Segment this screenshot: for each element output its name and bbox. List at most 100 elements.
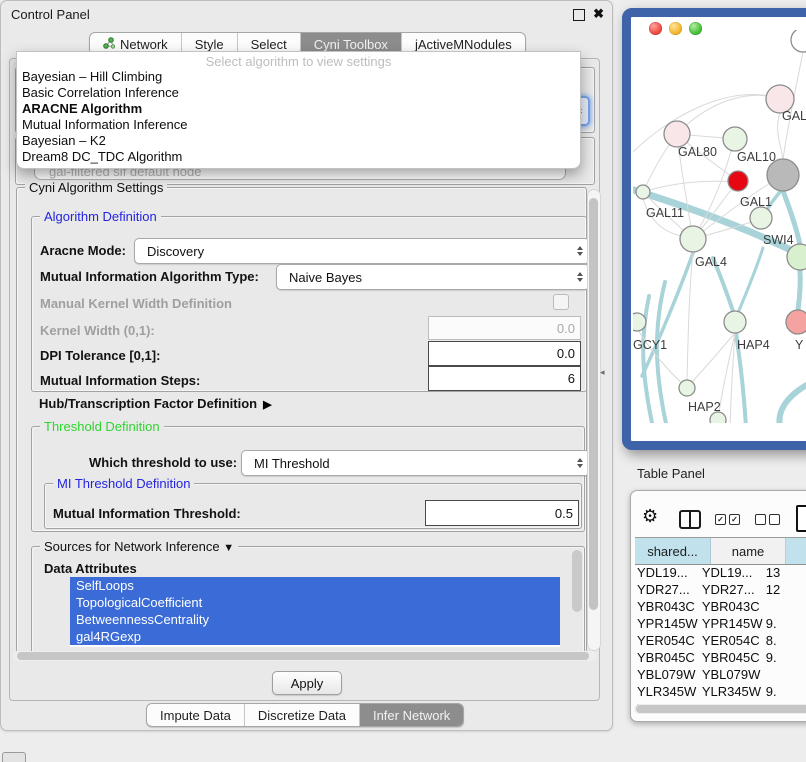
deselect-all-columns-icon[interactable] (755, 514, 780, 525)
settings-vertical-scrollbar[interactable] (587, 189, 601, 651)
aracne-mode-value: Discovery (147, 244, 204, 259)
network-canvas[interactable]: GALGAL80GAL10GAL11GAL1SWI4GAL4GCY1HAP4YH… (633, 30, 806, 423)
table-cell[interactable]: 9. (764, 615, 806, 632)
column-header-shared[interactable]: shared... (635, 538, 711, 564)
column-header-name[interactable]: name (711, 538, 786, 564)
attribute-item[interactable]: BetweennessCentrality (70, 611, 560, 628)
which-threshold-combo[interactable]: MI Threshold (241, 450, 590, 476)
manual-kernel-width-checkbox[interactable] (553, 294, 569, 310)
table-cell[interactable]: YBL079W (700, 666, 764, 683)
table-row[interactable]: YLR345WYLR345W9. (635, 683, 806, 700)
table-cell[interactable]: 9. (764, 649, 806, 666)
settings-vertical-scrollbar-thumb[interactable] (589, 198, 598, 610)
network-node[interactable] (767, 159, 799, 191)
mi-algorithm-type-combo[interactable]: Naive Bayes (276, 264, 590, 290)
float-window-button[interactable] (573, 9, 585, 21)
network-edge[interactable] (693, 333, 735, 381)
algorithm-definition-title: Algorithm Definition (40, 209, 161, 224)
close-panel-button[interactable]: ✖ (593, 7, 604, 21)
new-table-icon[interactable] (796, 505, 806, 532)
table-row[interactable]: YBL079WYBL079W (635, 666, 806, 683)
table-cell[interactable]: YBR045C (635, 649, 700, 666)
bottom-tab-impute-data[interactable]: Impute Data (147, 704, 244, 726)
network-node-gal11[interactable] (636, 185, 650, 199)
network-edge[interactable] (643, 181, 737, 192)
table-cell[interactable]: YDL19... (635, 564, 700, 581)
table-cell[interactable]: 9. (764, 683, 806, 700)
network-node-gal80[interactable] (664, 121, 690, 147)
column-layout-icon[interactable] (679, 510, 701, 529)
gear-icon[interactable]: ⚙ (642, 506, 658, 526)
table-row[interactable]: YDR27...YDR27...12 (635, 581, 806, 598)
table-cell[interactable]: YBR043C (635, 598, 700, 615)
table-cell[interactable]: YPR145W (700, 615, 764, 632)
table-row[interactable]: YPR145WYPR145W9. (635, 615, 806, 632)
network-edge[interactable] (642, 253, 693, 376)
attribute-item[interactable]: gal4RGexp (70, 628, 560, 645)
table-cell[interactable]: 13 (764, 564, 806, 581)
settings-horizontal-scrollbar-thumb[interactable] (17, 652, 589, 660)
network-edge[interactable] (779, 382, 806, 423)
algorithm-option[interactable]: Bayesian – Hill Climbing (22, 69, 162, 85)
kernel-width-field[interactable]: 0.0 (428, 316, 581, 340)
mi-threshold-field[interactable]: 0.5 (425, 500, 579, 526)
docked-panel-button[interactable] (2, 752, 26, 762)
settings-horizontal-scrollbar[interactable] (13, 651, 597, 661)
hub-definition-toggle[interactable]: Hub/Transcription Factor Definition▶ (39, 396, 272, 411)
algorithm-option[interactable]: Mutual Information Inference (22, 117, 187, 133)
algorithm-option[interactable]: ARACNE Algorithm (22, 101, 142, 117)
table-cell[interactable]: YDL19... (700, 564, 764, 581)
table-row[interactable]: YBR043CYBR043C (635, 598, 806, 615)
table-cell[interactable]: YBR043C (700, 598, 764, 615)
network-node[interactable] (750, 207, 772, 229)
table-cell[interactable]: YLR345W (635, 683, 700, 700)
network-node[interactable] (791, 30, 806, 52)
algorithm-option[interactable]: Dream8 DC_TDC Algorithm (22, 149, 182, 165)
table-cell[interactable]: YDR27... (700, 581, 764, 598)
table-horizontal-scrollbar[interactable] (634, 704, 806, 714)
table-cell[interactable] (764, 666, 806, 683)
attribute-item[interactable]: SelfLoops (70, 577, 560, 594)
split-pane-collapse-arrow[interactable]: ◂ (600, 367, 605, 378)
dpi-tolerance-field[interactable]: 0.0 (428, 341, 581, 366)
attribute-item[interactable]: TopologicalCoefficient (70, 594, 560, 611)
network-node[interactable] (710, 412, 726, 423)
algorithm-option[interactable]: Bayesian – K2 (22, 133, 106, 149)
table-cell[interactable]: YBR045C (700, 649, 764, 666)
aracne-mode-combo[interactable]: Discovery (134, 238, 590, 264)
network-node-hap2[interactable] (679, 380, 695, 396)
sources-group-title[interactable]: Sources for Network Inference ▼ (40, 539, 238, 554)
table-cell[interactable]: YLR345W (700, 683, 764, 700)
network-node-gal1[interactable] (728, 171, 748, 191)
mi-steps-field[interactable]: 6 (428, 366, 581, 391)
column-header-A[interactable]: A (786, 538, 806, 564)
network-node[interactable] (787, 244, 806, 270)
network-node-gal10[interactable] (723, 127, 747, 151)
table-cell[interactable]: YPR145W (635, 615, 700, 632)
network-edge[interactable] (798, 271, 800, 310)
table-cell[interactable]: 12 (764, 581, 806, 598)
table-row[interactable]: YDL19...YDL19...13 (635, 564, 806, 581)
table-cell[interactable] (764, 598, 806, 615)
table-cell[interactable]: YER054C (700, 632, 764, 649)
table-horizontal-scrollbar-thumb[interactable] (636, 705, 806, 713)
table-cell[interactable]: YBL079W (635, 666, 700, 683)
network-edge[interactable] (657, 282, 667, 423)
network-node-y[interactable] (786, 310, 806, 334)
apply-button[interactable]: Apply (272, 671, 342, 695)
algorithm-option[interactable]: Basic Correlation Inference (22, 85, 179, 101)
table-row[interactable]: YER054CYER054C8. (635, 632, 806, 649)
network-edge[interactable] (738, 248, 763, 313)
network-node-hap4[interactable] (724, 311, 746, 333)
network-node-gal4[interactable] (680, 226, 706, 252)
table-row[interactable]: YBR045CYBR045C9. (635, 649, 806, 666)
table-cell[interactable]: 8. (764, 632, 806, 649)
bottom-tab-infer-network[interactable]: Infer Network (359, 704, 463, 726)
attributes-list-scrollbar[interactable] (572, 550, 582, 612)
select-all-columns-icon[interactable]: ✓✓ (715, 514, 740, 525)
table-cell[interactable]: YDR27... (635, 581, 700, 598)
bottom-tab-discretize-data[interactable]: Discretize Data (244, 704, 359, 726)
table-cell[interactable]: YER054C (635, 632, 700, 649)
dpi-tolerance-label: DPI Tolerance [0,1]: (40, 348, 160, 363)
network-node-gcy1[interactable] (633, 313, 646, 331)
